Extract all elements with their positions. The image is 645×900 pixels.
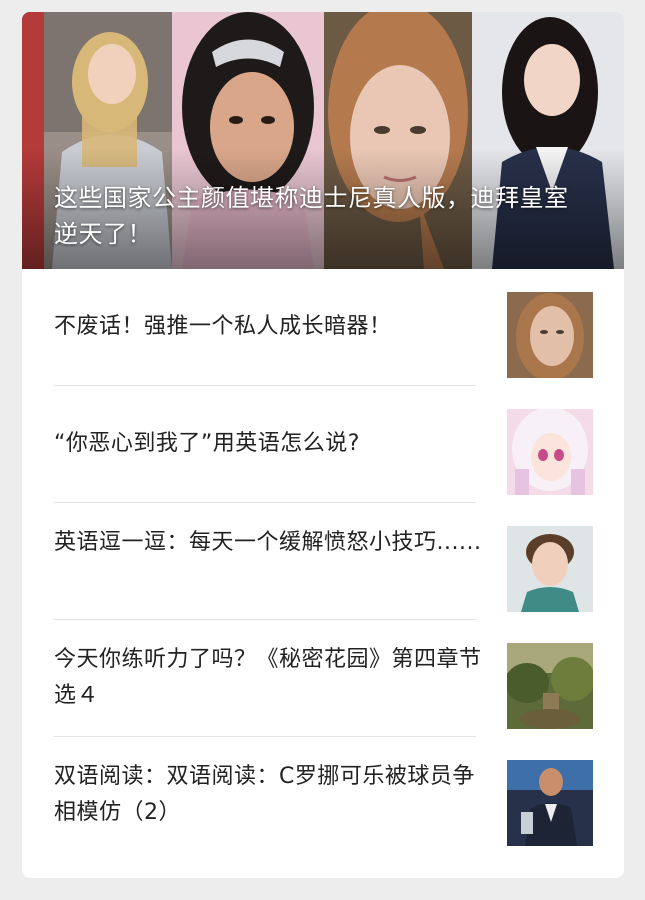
garden-thumbnail[interactable] bbox=[507, 643, 593, 729]
list-item[interactable]: 英语逗一逗：每天一个缓解愤怒小技巧...... bbox=[22, 503, 624, 620]
list-item[interactable]: 双语阅读：双语阅读：C罗挪可乐被球员争相模仿（2） bbox=[22, 737, 624, 854]
hero-banner[interactable]: 这些国家公主颜值堪称迪士尼真人版，迪拜皇室逆天了！ bbox=[22, 12, 624, 269]
article-title[interactable]: 今天你练听力了吗？《秘密花园》第四章节选４ bbox=[54, 642, 484, 714]
list-item[interactable]: 不废话！强推一个私人成长暗器！ bbox=[22, 269, 624, 386]
article-title[interactable]: 英语逗一逗：每天一个缓解愤怒小技巧...... bbox=[54, 525, 484, 561]
hero-title[interactable]: 这些国家公主颜值堪称迪士尼真人版，迪拜皇室逆天了！ bbox=[54, 180, 584, 252]
young-man-thumbnail[interactable] bbox=[507, 526, 593, 612]
article-title[interactable]: 不废话！强推一个私人成长暗器！ bbox=[54, 309, 484, 345]
article-title[interactable]: 双语阅读：双语阅读：C罗挪可乐被球员争相模仿（2） bbox=[54, 759, 484, 831]
anime-girl-thumbnail[interactable] bbox=[507, 409, 593, 495]
article-card: 这些国家公主颜值堪称迪士尼真人版，迪拜皇室逆天了！ 不废话！强推一个私人成长暗器… bbox=[22, 12, 624, 878]
article-title[interactable]: “你恶心到我了”用英语怎么说? bbox=[54, 426, 484, 462]
footballer-thumbnail[interactable] bbox=[507, 760, 593, 846]
list-item[interactable]: 今天你练听力了吗？《秘密花园》第四章节选４ bbox=[22, 620, 624, 737]
list-item[interactable]: “你恶心到我了”用英语怎么说? bbox=[22, 386, 624, 503]
article-list: 不废话！强推一个私人成长暗器！ “你恶心到我了”用英语怎么说? 英语逗一逗：每天… bbox=[22, 269, 624, 854]
woman-portrait-thumbnail[interactable] bbox=[507, 292, 593, 378]
